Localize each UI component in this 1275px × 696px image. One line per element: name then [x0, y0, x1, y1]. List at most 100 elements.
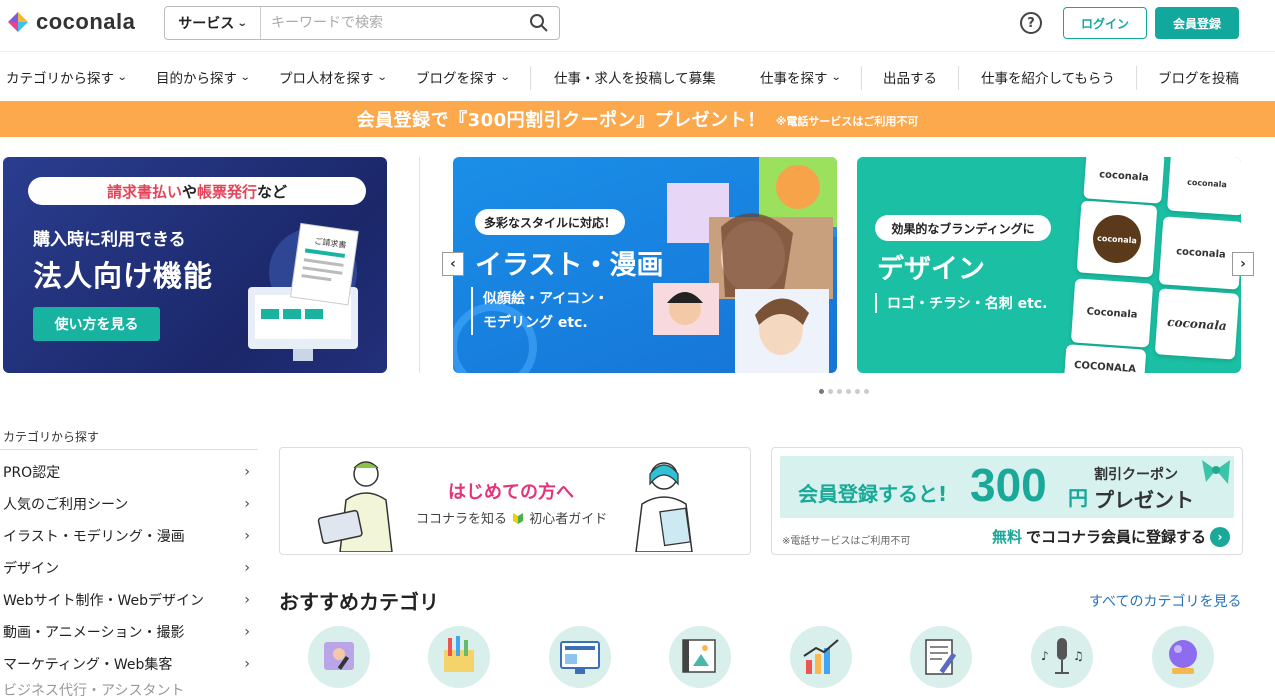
- nav-divider: [861, 66, 862, 90]
- pill-text: など: [257, 182, 288, 201]
- chevron-right-icon: ›: [244, 592, 250, 608]
- nav-item-category[interactable]: カテゴリから探す ⌄: [6, 54, 128, 100]
- nav-item-blog[interactable]: ブログを探す ⌄: [416, 54, 511, 100]
- guide-subtitle-text: ココナラを知る: [416, 512, 508, 527]
- slide-subtitle: 似顔絵・アイコン・ モデリング etc.: [471, 287, 608, 335]
- category-audio-icon[interactable]: ♪ ♫: [1031, 626, 1093, 688]
- carousel-prev-button[interactable]: ‹: [442, 252, 464, 276]
- login-button[interactable]: ログイン: [1063, 7, 1147, 39]
- signup-button[interactable]: 会員登録: [1155, 7, 1239, 39]
- nav-divider: [530, 66, 531, 90]
- search-input[interactable]: [261, 7, 519, 39]
- carousel-dot[interactable]: [846, 389, 851, 394]
- chevron-right-icon: ›: [244, 656, 250, 672]
- coupon-signup-card[interactable]: 会員登録すると! 300 円 割引クーポン プレゼント ※電話サービスはご利用不…: [771, 447, 1243, 555]
- promo-note: ※電話サービスはご利用不可: [775, 115, 919, 128]
- chevron-down-icon: ⌄: [499, 71, 511, 83]
- person-with-tablet-icon: [317, 461, 393, 552]
- nav-item-sell[interactable]: 出品する: [883, 54, 937, 100]
- category-fortune-icon[interactable]: [1152, 626, 1214, 688]
- search-category-label: サービス: [178, 16, 235, 32]
- carousel-pagination: [819, 389, 869, 394]
- sidebar-item-marketing[interactable]: マーケティング・Web集客 ›: [0, 648, 258, 680]
- coupon-amount: 300: [970, 459, 1047, 511]
- carousel-slide-corporate[interactable]: 請求書払いや帳票発行 など 購入時に利用できる 法人向け機能 使い方を見る ご請求…: [3, 157, 387, 373]
- slide-subtitle-line: 似顔絵・アイコン・: [483, 291, 609, 307]
- logo-sample-text: coconala: [1091, 213, 1143, 265]
- sidebar-item-pro[interactable]: PRO認定 ›: [0, 456, 258, 488]
- chevron-right-icon: ›: [244, 496, 250, 512]
- sidebar-item-popular[interactable]: 人気のご利用シーン ›: [0, 488, 258, 520]
- sidebar-item-label: PRO認定: [3, 465, 61, 481]
- sidebar-category-list: PRO認定 › 人気のご利用シーン › イラスト・モデリング・漫画 › デザイン › W…: [0, 456, 258, 696]
- sidebar-item-label: デザイン: [3, 561, 59, 577]
- sidebar-item-web[interactable]: Webサイト制作・Webデザイン ›: [0, 584, 258, 616]
- slide-title: 法人向け機能: [33, 259, 214, 293]
- nav-item-label: 目的から探す: [156, 71, 237, 87]
- person-with-document-icon: [635, 462, 693, 552]
- sidebar-item-business[interactable]: ビジネス代行・アシスタント: [0, 680, 258, 696]
- all-categories-link[interactable]: すべてのカテゴリを見る: [1089, 591, 1241, 611]
- logo-sample-text: COCONALA: [1073, 359, 1137, 373]
- logo-sample-card: coconala: [1166, 157, 1241, 216]
- sidebar-item-label: 人気のご利用シーン: [3, 497, 129, 513]
- nav-item-post-blog[interactable]: ブログを投稿: [1158, 54, 1239, 100]
- logo-sample-text: coconala: [1166, 314, 1228, 334]
- cta-free-text: 無料: [992, 528, 1023, 546]
- logo-sample-card: coconala: [1154, 288, 1240, 360]
- carousel-slide-illustration[interactable]: 多彩なスタイルに対応！ イラスト・漫画 似顔絵・アイコン・ モデリング etc.: [453, 157, 837, 373]
- chevron-right-icon: ›: [244, 528, 250, 544]
- carousel-slide-design[interactable]: 効果的なブランディングに デザイン ロゴ・チラシ・名刺 etc. coconal…: [857, 157, 1241, 373]
- carousel-dot[interactable]: [855, 389, 860, 394]
- nav-item-find-job[interactable]: 仕事を探す ⌄: [760, 54, 841, 100]
- logo-sample-card: coconala: [1076, 200, 1158, 278]
- category-web-icon[interactable]: [549, 626, 611, 688]
- search-category-select[interactable]: サービス ⌄: [165, 7, 261, 39]
- carousel-next-button[interactable]: ›: [1232, 252, 1254, 276]
- nav-item-referral[interactable]: 仕事を紹介してもらう: [981, 54, 1115, 100]
- banner-carousel: 請求書払いや帳票発行 など 購入時に利用できる 法人向け機能 使い方を見る ご請求…: [0, 157, 1275, 373]
- invoice-illustration-icon: ご請求書: [248, 222, 359, 361]
- help-icon[interactable]: ?: [1020, 12, 1042, 34]
- logo-sample-card: coconala: [1158, 216, 1241, 290]
- ribbon-icon: [1202, 460, 1230, 484]
- beginner-guide-card[interactable]: はじめての方へ ココナラを知る 初心者ガイド: [279, 447, 751, 555]
- slide-title: デザイン: [877, 254, 985, 285]
- slide-pill: 多彩なスタイルに対応！: [475, 209, 625, 235]
- coconala-logo[interactable]: coconala: [6, 9, 135, 35]
- chevron-right-icon: ›: [244, 560, 250, 576]
- coupon-banner: 会員登録すると! 300 円 割引クーポン プレゼント: [780, 456, 1234, 518]
- category-writing-icon[interactable]: [910, 626, 972, 688]
- chevron-down-icon: ⌄: [376, 71, 388, 83]
- promo-banner[interactable]: 会員登録で『300円割引クーポン』プレゼント！ ※電話サービスはご利用不可: [0, 101, 1275, 137]
- nav-item-pro[interactable]: プロ人材を探す ⌄: [279, 54, 388, 100]
- sidebar-item-illustration[interactable]: イラスト・モデリング・漫画 ›: [0, 520, 258, 552]
- cta-text: でココナラ会員に登録する: [1026, 528, 1207, 546]
- search-button[interactable]: [519, 7, 559, 39]
- chevron-down-icon: ⌄: [116, 71, 128, 83]
- carousel-dot[interactable]: [864, 389, 869, 394]
- sidebar-item-design[interactable]: デザイン ›: [0, 552, 258, 584]
- logo-text: coconala: [36, 9, 136, 34]
- arrow-right-icon: ›: [1210, 526, 1231, 547]
- category-design-icon[interactable]: [428, 626, 490, 688]
- sidebar-item-label: マーケティング・Web集客: [3, 657, 173, 673]
- coupon-lead-text: 会員登録すると!: [798, 482, 948, 506]
- category-illustration-icon[interactable]: [308, 626, 370, 688]
- category-marketing-icon[interactable]: [790, 626, 852, 688]
- logo-sample-text: Coconala: [1086, 305, 1138, 321]
- category-video-icon[interactable]: [669, 626, 731, 688]
- slide-pill: 請求書払いや帳票発行 など: [28, 177, 366, 205]
- carousel-dot[interactable]: [837, 389, 842, 394]
- nav-divider: [958, 66, 959, 90]
- carousel-dot[interactable]: [819, 389, 824, 394]
- slide-subtitle: ロゴ・チラシ・名刺 etc.: [875, 293, 1047, 313]
- sidebar-item-label: 動画・アニメーション・撮影: [3, 625, 185, 641]
- nav-item-purpose[interactable]: 目的から探す ⌄: [156, 54, 251, 100]
- sidebar-item-video[interactable]: 動画・アニメーション・撮影 ›: [0, 616, 258, 648]
- how-to-use-button[interactable]: 使い方を見る: [33, 307, 160, 341]
- carousel-dot[interactable]: [828, 389, 833, 394]
- nav-item-post-job[interactable]: 仕事・求人を投稿して募集: [554, 54, 716, 100]
- free-signup-link[interactable]: 無料 でココナラ会員に登録する ›: [992, 526, 1231, 547]
- logo-sample-text: coconala: [1186, 177, 1228, 189]
